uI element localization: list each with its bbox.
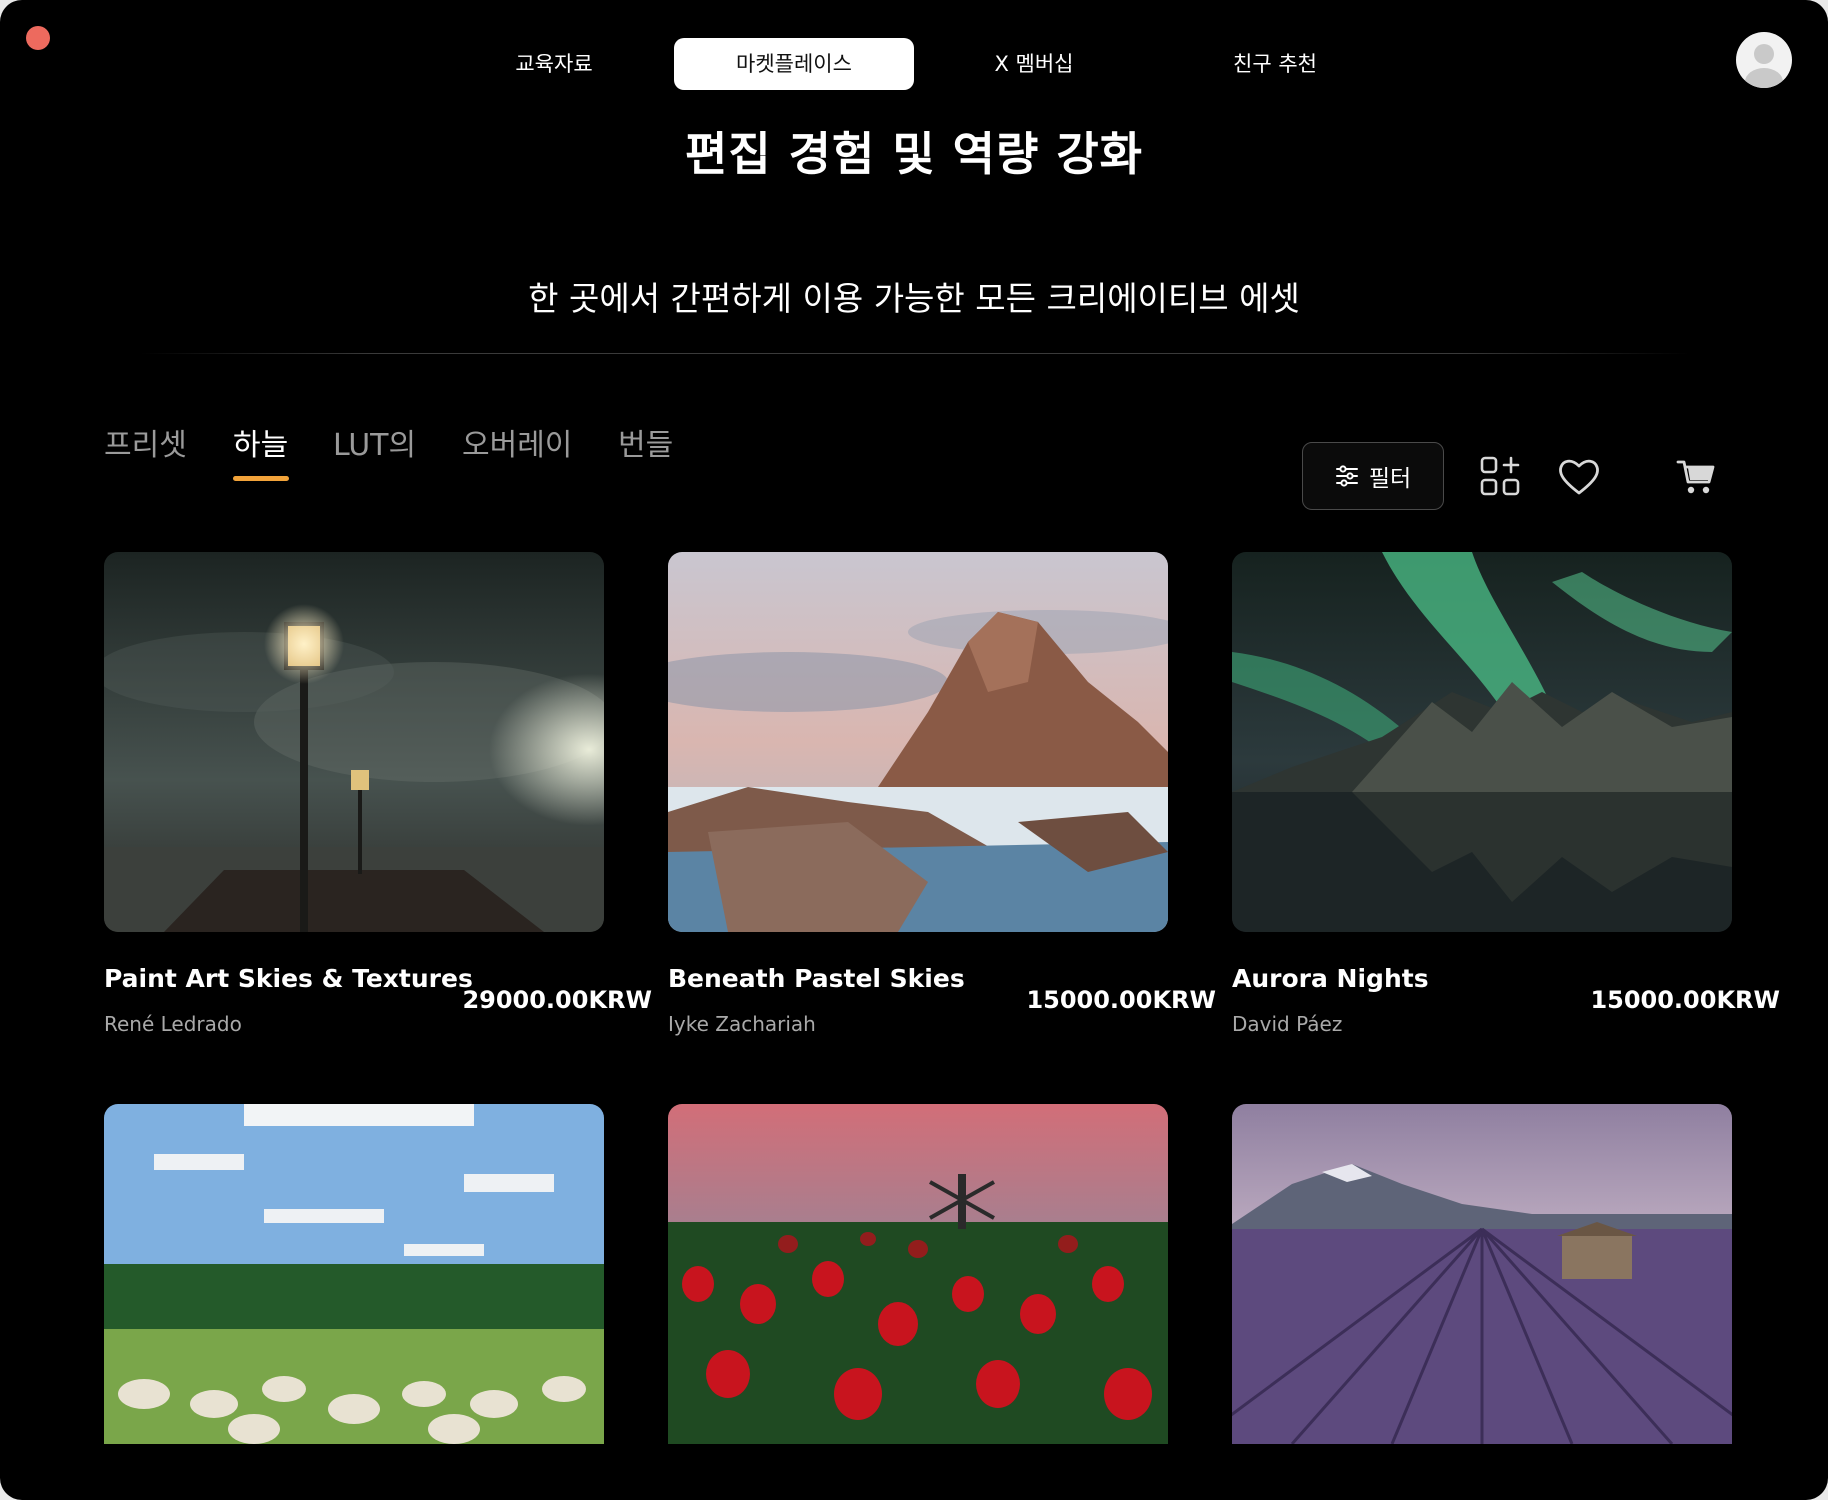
page-subtitle: 한 곳에서 간편하게 이용 가능한 모든 크리에이티브 에셋 bbox=[528, 279, 1300, 318]
product-thumbnail[interactable] bbox=[104, 552, 604, 932]
nav-education[interactable]: 교육자료 bbox=[484, 38, 624, 90]
lavender-field-image bbox=[1232, 1104, 1732, 1444]
active-tab-indicator bbox=[233, 476, 289, 481]
tab-bundles[interactable]: 번들 bbox=[618, 420, 673, 464]
product-title[interactable]: Paint Art Skies & Textures bbox=[104, 964, 473, 993]
tab-presets[interactable]: 프리셋 bbox=[104, 420, 187, 464]
tab-luts[interactable]: LUT의 bbox=[333, 420, 416, 464]
user-avatar[interactable] bbox=[1736, 32, 1792, 88]
aurora-image bbox=[1232, 552, 1732, 932]
tab-skies-label: 하늘 bbox=[233, 428, 289, 463]
divider bbox=[140, 353, 1690, 354]
product-price: 15000.00KRW bbox=[1026, 986, 1216, 1014]
nav-marketplace[interactable]: 마켓플레이스 bbox=[674, 38, 914, 90]
tulip-field-image bbox=[668, 1104, 1168, 1444]
sliders-icon bbox=[1335, 465, 1358, 487]
product-thumbnail[interactable] bbox=[668, 552, 1168, 932]
night-lamp-image bbox=[104, 552, 604, 932]
page-title: 편집 경험 및 역량 강화 bbox=[685, 127, 1143, 181]
product-author: David Páez bbox=[1232, 1012, 1343, 1036]
product-price: 15000.00KRW bbox=[1590, 986, 1780, 1014]
cart-icon[interactable] bbox=[1676, 458, 1716, 496]
heart-icon[interactable] bbox=[1558, 458, 1600, 496]
app-window: 교육자료 마켓플레이스 X 멤버십 친구 추천 편집 경험 및 역량 강화 한 … bbox=[0, 0, 1828, 1500]
tab-skies[interactable]: 하늘 bbox=[233, 420, 289, 481]
filter-button[interactable]: 필터 bbox=[1302, 442, 1444, 510]
product-thumbnail[interactable] bbox=[104, 1104, 604, 1444]
product-title[interactable]: Beneath Pastel Skies bbox=[668, 964, 965, 993]
product-author: Iyke Zachariah bbox=[668, 1012, 816, 1036]
product-thumbnail[interactable] bbox=[668, 1104, 1168, 1444]
product-thumbnail[interactable] bbox=[1232, 552, 1732, 932]
top-nav: 교육자료 마켓플레이스 X 멤버십 친구 추천 bbox=[0, 38, 1828, 90]
avatar-person-icon bbox=[1745, 44, 1783, 88]
nav-refer-friend[interactable]: 친구 추천 bbox=[1200, 38, 1350, 90]
filter-label: 필터 bbox=[1368, 466, 1412, 492]
product-thumbnail[interactable] bbox=[1232, 1104, 1732, 1444]
product-title[interactable]: Aurora Nights bbox=[1232, 964, 1429, 993]
nav-x-membership[interactable]: X 멤버십 bbox=[964, 38, 1104, 90]
sheep-meadow-image bbox=[104, 1104, 604, 1444]
tab-overlays[interactable]: 오버레이 bbox=[462, 420, 572, 464]
product-price: 29000.00KRW bbox=[462, 986, 652, 1014]
product-author: René Ledrado bbox=[104, 1012, 242, 1036]
pastel-rocks-image bbox=[668, 552, 1168, 932]
add-collection-icon[interactable] bbox=[1480, 456, 1520, 496]
